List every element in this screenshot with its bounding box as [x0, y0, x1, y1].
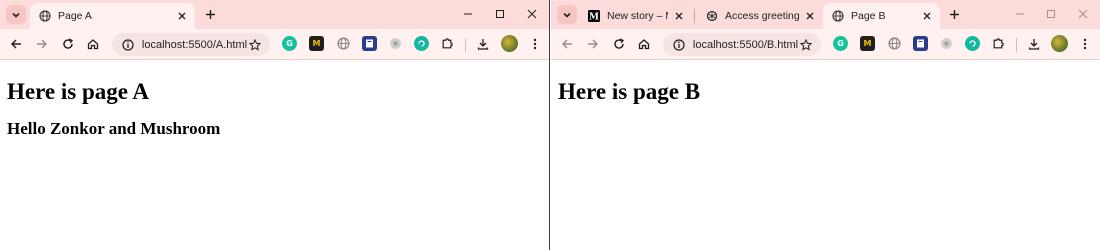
plus-icon [949, 9, 959, 19]
menu-button[interactable] [527, 36, 543, 52]
profile-avatar[interactable] [501, 35, 518, 52]
browser-window-a: Page A localhost:5500/A.html G M Here is… [0, 0, 550, 250]
book-extension-icon[interactable] [362, 36, 377, 51]
reload-icon [63, 38, 73, 49]
grammarly-icon[interactable]: G [833, 36, 848, 51]
tab-medium[interactable]: M New story – Mediu [579, 3, 692, 29]
reload-button[interactable] [611, 36, 627, 52]
address-bar[interactable]: localhost:5500/B.html [663, 33, 821, 56]
tab-page-a[interactable]: Page A [30, 3, 195, 29]
arrow-left-icon [11, 39, 21, 49]
kebab-menu-icon [1083, 38, 1087, 50]
miro-icon[interactable]: M [309, 36, 324, 51]
profile-avatar[interactable] [1051, 35, 1068, 52]
browser-window-b: M New story – Mediu Access greeting fu P… [551, 0, 1100, 250]
site-info-icon[interactable] [671, 37, 687, 53]
browser-toolbar: localhost:5500/A.html G M [0, 29, 549, 60]
home-icon [638, 39, 650, 50]
tab-title: Page A [58, 10, 92, 22]
tab-strip: M New story – Mediu Access greeting fu P… [551, 0, 1100, 29]
menu-button[interactable] [1077, 36, 1093, 52]
tab-search-button[interactable] [6, 5, 26, 24]
close-tab-icon[interactable] [803, 9, 817, 23]
reload-button[interactable] [60, 36, 76, 52]
grammarly-icon[interactable]: G [282, 36, 297, 51]
close-window-button[interactable] [525, 7, 539, 21]
toolbar-divider [1016, 38, 1017, 52]
home-button[interactable] [85, 36, 101, 52]
downloads-button[interactable] [1026, 36, 1042, 52]
tab-chatgpt[interactable]: Access greeting fu [697, 3, 823, 29]
globe-icon [831, 10, 844, 23]
home-icon [87, 39, 99, 50]
tab-title: Page B [851, 10, 886, 22]
site-info-icon[interactable] [120, 37, 136, 53]
puzzle-icon[interactable] [440, 36, 455, 51]
page-subheading: Hello Zonkor and Mushroom [7, 119, 221, 138]
tab-title: New story – Mediu [607, 10, 668, 22]
puzzle-icon[interactable] [991, 36, 1006, 51]
maximize-button[interactable] [1044, 7, 1058, 21]
tab-strip: Page A [0, 0, 549, 29]
maximize-icon [496, 10, 504, 18]
back-button[interactable] [8, 36, 24, 52]
tab-search-button[interactable] [557, 5, 577, 24]
openai-icon [705, 10, 718, 23]
url-text: localhost:5500/A.html [141, 38, 248, 51]
arrow-right-icon [588, 39, 598, 49]
home-button[interactable] [636, 36, 652, 52]
url-text: localhost:5500/B.html [692, 38, 799, 51]
book-extension-icon[interactable] [913, 36, 928, 51]
globe-extension-icon[interactable] [336, 36, 351, 51]
reload-icon [614, 38, 624, 49]
medium-icon: M [587, 10, 600, 23]
new-tab-button[interactable] [202, 6, 218, 22]
bookmark-star-icon[interactable] [247, 37, 263, 53]
svg-text:M: M [589, 13, 599, 23]
teal-extension-icon[interactable] [965, 36, 980, 51]
download-icon [1028, 39, 1040, 50]
minimize-button[interactable] [1013, 7, 1027, 21]
chevron-down-icon [563, 12, 571, 18]
chevron-down-icon [12, 12, 20, 18]
teal-extension-icon[interactable] [414, 36, 429, 51]
close-icon [1078, 9, 1088, 19]
kebab-menu-icon [533, 38, 537, 50]
globe-icon [38, 10, 51, 23]
close-tab-icon[interactable] [175, 9, 189, 23]
globe-extension-icon[interactable] [887, 36, 902, 51]
miro-icon[interactable]: M [860, 36, 875, 51]
grey-extension-icon[interactable] [939, 36, 954, 51]
toolbar-divider [465, 38, 466, 52]
close-icon [527, 9, 537, 19]
page-content: Here is page A Hello Zonkor and Mushroom [0, 61, 549, 250]
forward-button[interactable] [585, 36, 601, 52]
back-button[interactable] [559, 36, 575, 52]
download-icon [477, 39, 489, 50]
bookmark-star-icon[interactable] [798, 37, 814, 53]
maximize-icon [1047, 10, 1055, 18]
close-tab-icon[interactable] [920, 9, 934, 23]
tab-separator [694, 9, 695, 23]
address-bar[interactable]: localhost:5500/A.html [112, 33, 270, 56]
minimize-icon [1016, 13, 1024, 15]
page-content: Here is page B [551, 61, 1100, 250]
close-tab-icon[interactable] [672, 9, 686, 23]
maximize-button[interactable] [493, 7, 507, 21]
tab-page-b[interactable]: Page B [823, 3, 940, 29]
page-heading: Here is page A [7, 79, 150, 104]
grey-extension-icon[interactable] [388, 36, 403, 51]
downloads-button[interactable] [475, 36, 491, 52]
forward-button[interactable] [34, 36, 50, 52]
plus-icon [205, 9, 215, 19]
new-tab-button[interactable] [946, 6, 962, 22]
arrow-left-icon [562, 39, 572, 49]
page-heading: Here is page B [558, 79, 701, 104]
minimize-button[interactable] [461, 7, 475, 21]
arrow-right-icon [37, 39, 47, 49]
browser-toolbar: localhost:5500/B.html G M [551, 29, 1100, 60]
close-window-button[interactable] [1076, 7, 1090, 21]
minimize-icon [464, 13, 472, 15]
tab-title: Access greeting fu [725, 10, 799, 22]
